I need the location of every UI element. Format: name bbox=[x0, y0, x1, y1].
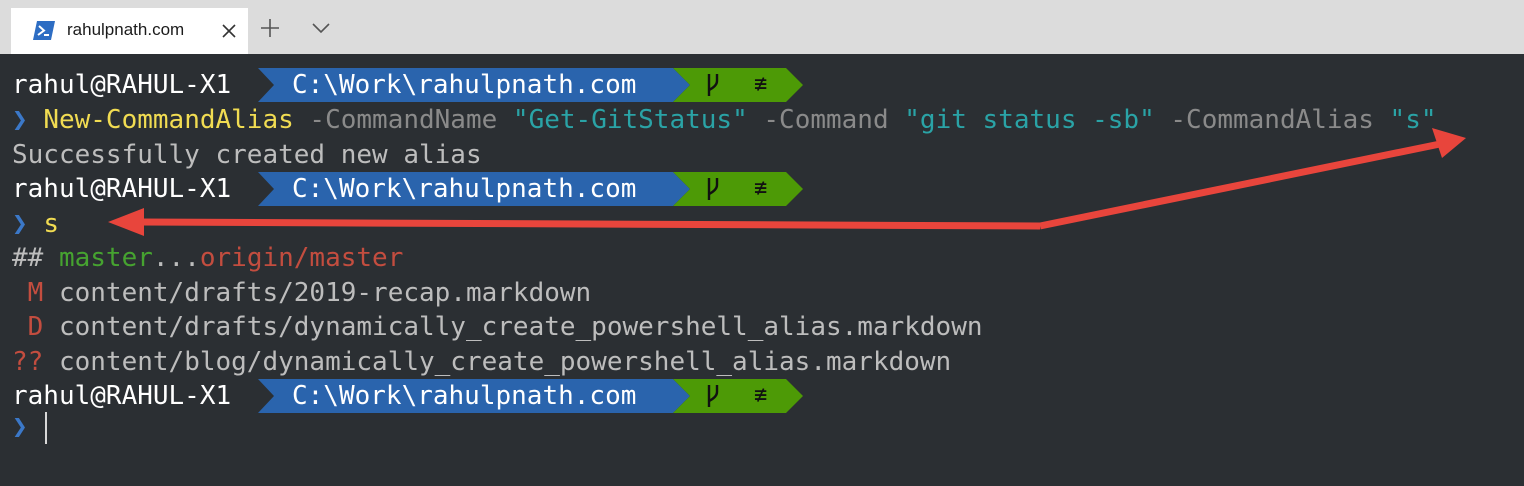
git-status-symbol: ≢ bbox=[754, 383, 768, 408]
tab-title: rahulpnath.com bbox=[67, 20, 185, 39]
close-icon[interactable] bbox=[218, 20, 240, 42]
param-command: -Command bbox=[763, 105, 889, 135]
tab-bar: rahulpnath.com bbox=[0, 0, 1524, 54]
git-status-row: ?? content/blog/dynamically_create_power… bbox=[12, 345, 951, 379]
command-line-new-alias: ❯ New-CommandAlias -CommandName "Get-Git… bbox=[12, 103, 1437, 137]
prompt-user: rahul@RAHUL-X1 bbox=[12, 174, 232, 204]
prompt-chevron: ❯ bbox=[12, 412, 28, 442]
param-commandalias: -CommandAlias bbox=[1170, 105, 1374, 135]
powershell-icon bbox=[33, 21, 55, 40]
plus-icon[interactable] bbox=[258, 16, 282, 40]
tab-rahulpnath[interactable]: rahulpnath.com bbox=[11, 8, 248, 54]
prompt-user: rahul@RAHUL-X1 bbox=[12, 381, 232, 411]
file-path: content/blog/dynamically_create_powershe… bbox=[58, 347, 952, 377]
git-status-row: M content/drafts/2019-recap.markdown bbox=[12, 276, 592, 310]
prompt-path: C:\Work\rahulpnath.com bbox=[292, 174, 637, 204]
prompt-user: rahul@RAHUL-X1 bbox=[12, 70, 232, 100]
git-branch-icon bbox=[707, 74, 719, 96]
remote-branch: origin/master bbox=[199, 243, 404, 273]
prompt-segments: C:\Work\rahulpnath.com ≢ bbox=[258, 68, 803, 102]
status-code: ?? bbox=[12, 347, 44, 377]
prompt-segments: C:\Work\rahulpnath.com ≢ bbox=[258, 172, 803, 206]
alias-command: s bbox=[43, 209, 59, 239]
cmdlet: New-CommandAlias bbox=[43, 105, 294, 135]
prompt-chevron: ❯ bbox=[12, 209, 28, 239]
local-branch: master bbox=[58, 243, 153, 273]
branch-separator: ... bbox=[152, 243, 200, 273]
git-branch-icon bbox=[707, 178, 719, 200]
prompt-segments: C:\Work\rahulpnath.com ≢ bbox=[258, 379, 803, 413]
output-success: Successfully created new alias bbox=[12, 140, 482, 170]
chevron-down-icon[interactable] bbox=[310, 19, 332, 37]
prompt-path: C:\Work\rahulpnath.com bbox=[292, 70, 637, 100]
value-commandname: "Get-GitStatus" bbox=[512, 105, 748, 135]
status-code: M bbox=[12, 278, 44, 308]
command-line-alias: ❯ s bbox=[12, 207, 59, 241]
text-cursor bbox=[45, 412, 47, 444]
status-code: D bbox=[12, 312, 44, 342]
file-path: content/drafts/2019-recap.markdown bbox=[58, 278, 592, 308]
prompt-chevron: ❯ bbox=[12, 105, 28, 135]
git-status-header: ## master...origin/master bbox=[12, 241, 403, 275]
value-command: "git status -sb" bbox=[904, 105, 1155, 135]
value-commandalias: "s" bbox=[1389, 105, 1437, 135]
git-status-row: D content/drafts/dynamically_create_powe… bbox=[12, 310, 983, 344]
param-commandname: -CommandName bbox=[309, 105, 498, 135]
file-path: content/drafts/dynamically_create_powers… bbox=[58, 312, 983, 342]
command-line-empty[interactable]: ❯ bbox=[12, 410, 28, 444]
git-status-symbol: ≢ bbox=[754, 176, 768, 201]
prompt-path: C:\Work\rahulpnath.com bbox=[292, 381, 637, 411]
git-branch-icon bbox=[707, 385, 719, 407]
git-status-symbol: ≢ bbox=[754, 72, 768, 97]
git-header-prefix: ## bbox=[12, 243, 44, 273]
